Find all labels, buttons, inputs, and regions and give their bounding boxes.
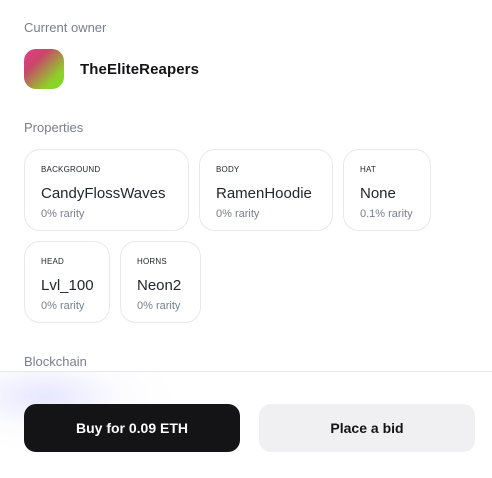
property-rarity: 0% rarity [41,208,85,220]
blockchain-label: Blockchain [24,354,87,369]
property-type: HORNS [137,257,167,266]
property-value: Neon2 [137,277,182,294]
property-rarity: 0% rarity [216,208,260,220]
property-rarity: 0% rarity [41,300,85,312]
property-rarity: 0% rarity [137,300,181,312]
owner-avatar[interactable] [24,49,64,89]
property-card-head[interactable]: HEAD Lvl_100 0% rarity [24,241,110,323]
place-bid-button[interactable]: Place a bid [259,404,475,452]
property-value: RamenHoodie [216,185,312,202]
property-card-hat[interactable]: HAT None 0.1% rarity [343,149,431,231]
property-card-body[interactable]: BODY RamenHoodie 0% rarity [199,149,333,231]
property-type: BODY [216,165,240,174]
property-value: CandyFlossWaves [41,185,166,202]
owner-row[interactable]: TheEliteReapers [24,49,199,89]
property-rarity: 0.1% rarity [360,208,413,220]
owner-name[interactable]: TheEliteReapers [80,61,199,78]
current-owner-label: Current owner [24,20,107,35]
properties-list: BACKGROUND CandyFlossWaves 0% rarity BOD… [24,149,444,323]
property-value: None [360,185,396,202]
property-type: HEAD [41,257,65,266]
property-card-horns[interactable]: HORNS Neon2 0% rarity [120,241,201,323]
buy-button[interactable]: Buy for 0.09 ETH [24,404,240,452]
property-type: BACKGROUND [41,165,101,174]
property-card-background[interactable]: BACKGROUND CandyFlossWaves 0% rarity [24,149,189,231]
properties-label: Properties [24,120,84,135]
property-type: HAT [360,165,377,174]
property-value: Lvl_100 [41,277,94,294]
